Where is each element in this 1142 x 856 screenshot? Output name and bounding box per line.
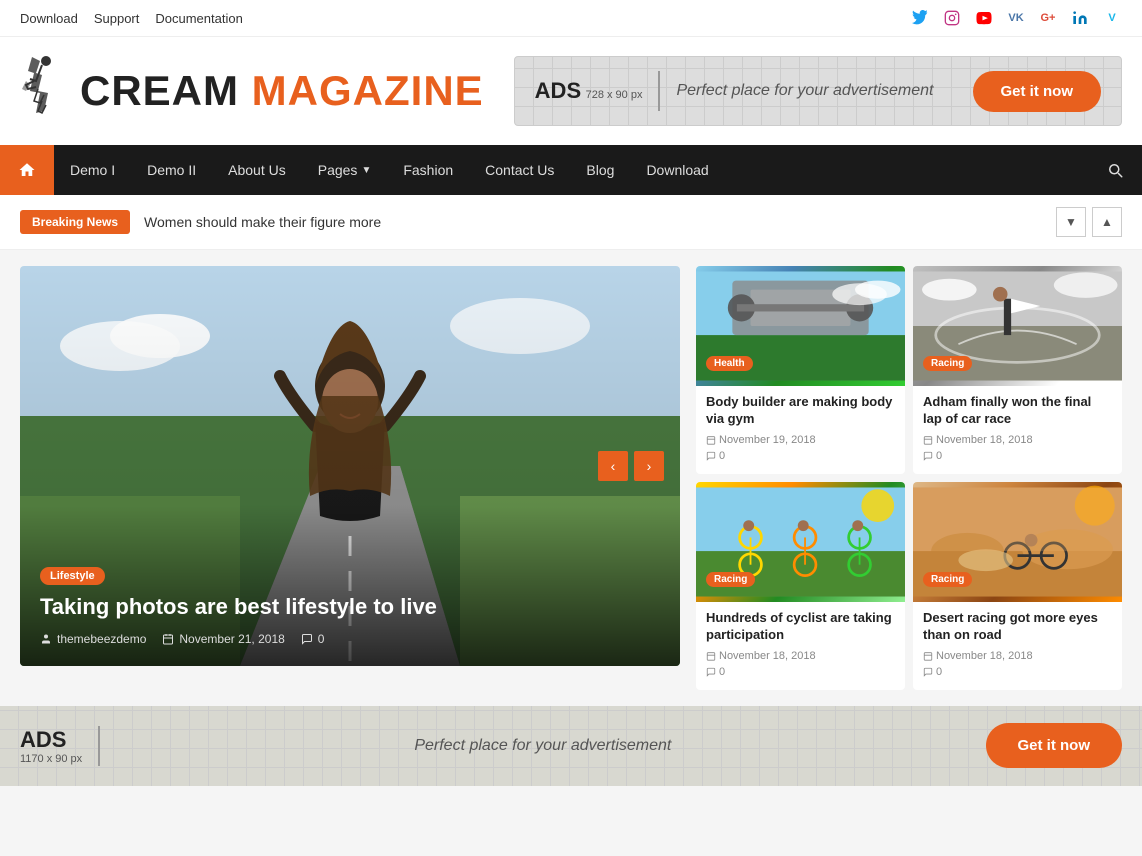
side-card-1-comments: 0 [706, 450, 895, 462]
bottom-ad-label-wrap: ADS 1170 x 90 px [20, 727, 82, 765]
bottom-ad-banner: ADS 1170 x 90 px Perfect place for your … [0, 706, 1142, 786]
side-card-2: Racing Adham finally won the final lap o… [913, 266, 1122, 474]
side-card-4-category: Racing [923, 572, 972, 587]
nav-search-button[interactable] [1088, 145, 1142, 195]
side-card-3-meta: November 18, 2018 [706, 650, 895, 662]
featured-next-btn[interactable]: › [634, 451, 664, 481]
breaking-news-text: Women should make their figure more [144, 214, 1042, 230]
youtube-icon[interactable] [974, 8, 994, 28]
side-card-3-category: Racing [706, 572, 755, 587]
featured-nav: ‹ › [598, 451, 664, 481]
side-card-2-meta: November 18, 2018 [923, 434, 1112, 446]
logo-text: CREAM MAGAZINE [80, 67, 484, 115]
breaking-news-bar: Breaking News Women should make their fi… [0, 195, 1142, 250]
featured-title: Taking photos are best lifestyle to live [40, 593, 660, 622]
side-card-3-date: November 18, 2018 [706, 650, 816, 662]
bottom-ad-label: ADS [20, 727, 82, 753]
nav-about[interactable]: About Us [212, 145, 302, 195]
side-card-3-title: Hundreds of cyclist are taking participa… [706, 610, 895, 644]
side-card-1-category: Health [706, 356, 753, 371]
breaking-news-prev[interactable]: ▼ [1056, 207, 1086, 237]
side-card-4-meta: November 18, 2018 [923, 650, 1112, 662]
side-card-2-content: Adham finally won the final lap of car r… [913, 386, 1122, 474]
breaking-news-next[interactable]: ▲ [1092, 207, 1122, 237]
side-card-4: Racing Desert racing got more eyes than … [913, 482, 1122, 690]
logo-area: CREAM MAGAZINE [20, 53, 484, 129]
nav-home-button[interactable] [0, 145, 54, 195]
nav-contact[interactable]: Contact Us [469, 145, 570, 195]
side-card-2-category: Racing [923, 356, 972, 371]
header-ad-label: ADS 728 x 90 px [535, 78, 643, 104]
header-ad-button[interactable]: Get it now [973, 71, 1102, 112]
side-card-3: Racing Hundreds of cyclist are taking pa… [696, 482, 905, 690]
twitter-icon[interactable] [910, 8, 930, 28]
side-card-4-title: Desert racing got more eyes than on road [923, 610, 1112, 644]
featured-article: ‹ › Lifestyle Taking photos are best lif… [20, 266, 680, 666]
nav-fashion[interactable]: Fashion [387, 145, 469, 195]
side-card-4-date: November 18, 2018 [923, 650, 1033, 662]
side-card-1-title: Body builder are making body via gym [706, 394, 895, 428]
navigation: Demo I Demo II About Us Pages ▼ Fashion … [0, 145, 1142, 195]
topbar-documentation-link[interactable]: Documentation [155, 11, 242, 26]
side-card-2-title: Adham finally won the final lap of car r… [923, 394, 1112, 428]
topbar-links: Download Support Documentation [20, 11, 243, 26]
linkedin-icon[interactable] [1070, 8, 1090, 28]
logo-cream: CREAM [80, 67, 239, 114]
vk-icon[interactable]: VK [1006, 8, 1026, 28]
nav-demo1[interactable]: Demo I [54, 145, 131, 195]
side-card-3-content: Hundreds of cyclist are taking participa… [696, 602, 905, 690]
nav-pages[interactable]: Pages ▼ [302, 145, 388, 195]
breaking-news-nav: ▼ ▲ [1056, 207, 1122, 237]
header-ad-size: 728 x 90 px [586, 89, 643, 101]
nav-blog[interactable]: Blog [570, 145, 630, 195]
main-content: ‹ › Lifestyle Taking photos are best lif… [0, 250, 1142, 706]
logo-icon [20, 53, 72, 129]
pages-dropdown-arrow: ▼ [361, 165, 371, 176]
bottom-ad-button[interactable]: Get it now [986, 723, 1123, 768]
header-ad-text: Perfect place for your advertisement [676, 82, 956, 100]
topbar-support-link[interactable]: Support [94, 11, 140, 26]
featured-prev-btn[interactable]: ‹ [598, 451, 628, 481]
side-card-4-content: Desert racing got more eyes than on road… [913, 602, 1122, 690]
bottom-ad-divider [98, 726, 100, 766]
side-card-1-date: November 19, 2018 [706, 434, 816, 446]
logo-magazine: MAGAZINE [252, 67, 484, 114]
side-card-2-date: November 18, 2018 [923, 434, 1033, 446]
featured-date: November 21, 2018 [162, 632, 284, 646]
social-icons: VK G+ V [910, 8, 1122, 28]
breaking-news-badge: Breaking News [20, 210, 130, 234]
featured-content: Lifestyle Taking photos are best lifesty… [20, 546, 680, 666]
featured-meta: themebeezdemo November 21, 2018 0 [40, 632, 660, 646]
topbar-download-link[interactable]: Download [20, 11, 78, 26]
nav-links: Demo I Demo II About Us Pages ▼ Fashion … [54, 145, 1088, 195]
bottom-ad-size: 1170 x 90 px [20, 753, 82, 765]
header: CREAM MAGAZINE ADS 728 x 90 px Perfect p… [0, 37, 1142, 145]
featured-comments: 0 [301, 632, 325, 646]
header-ad-banner: ADS 728 x 90 px Perfect place for your a… [514, 56, 1122, 126]
googleplus-icon[interactable]: G+ [1038, 8, 1058, 28]
featured-author: themebeezdemo [40, 632, 146, 646]
vimeo-icon[interactable]: V [1102, 8, 1122, 28]
nav-download[interactable]: Download [630, 145, 724, 195]
side-card-1-content: Body builder are making body via gym Nov… [696, 386, 905, 474]
nav-demo2[interactable]: Demo II [131, 145, 212, 195]
instagram-icon[interactable] [942, 8, 962, 28]
featured-category: Lifestyle [40, 567, 105, 585]
side-card-1: Health Body builder are making body via … [696, 266, 905, 474]
top-bar: Download Support Documentation VK G+ V [0, 0, 1142, 37]
bottom-ad-text: Perfect place for your advertisement [116, 737, 969, 755]
header-ad-divider [658, 71, 660, 111]
side-articles-grid: Health Body builder are making body via … [696, 266, 1122, 690]
side-card-1-meta: November 19, 2018 [706, 434, 895, 446]
